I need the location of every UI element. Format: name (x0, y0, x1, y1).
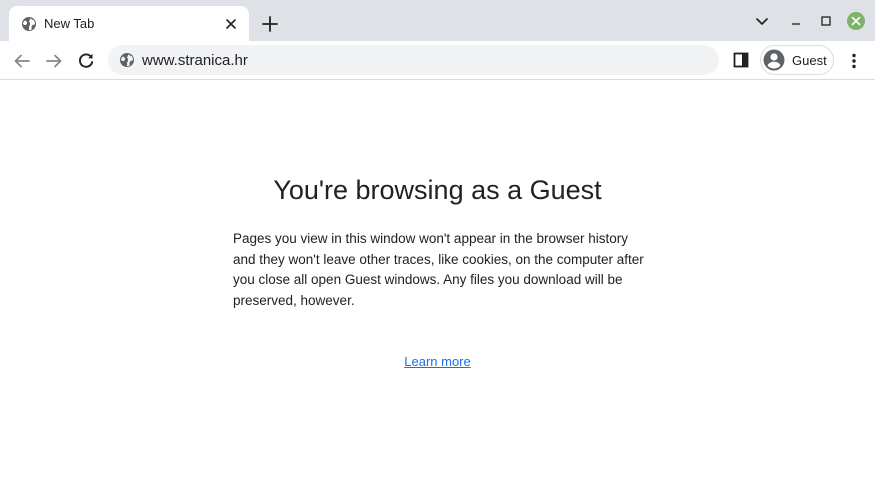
profile-button[interactable]: Guest (760, 45, 834, 75)
side-panel-icon[interactable] (733, 52, 749, 68)
maximize-icon[interactable] (818, 13, 834, 29)
plus-icon[interactable] (260, 14, 280, 34)
profile-label: Guest (792, 53, 827, 68)
globe-icon (22, 17, 36, 31)
globe-icon[interactable] (119, 52, 135, 68)
minimize-icon[interactable] (788, 13, 804, 29)
page-title: You're browsing as a Guest (273, 175, 602, 205)
more-vert-icon[interactable] (844, 51, 864, 71)
close-window-icon (851, 16, 861, 26)
tab-strip: New Tab (0, 0, 875, 41)
arrow-left-icon[interactable] (12, 51, 32, 71)
guest-page: You're browsing as a Guest Pages you vie… (0, 80, 875, 496)
arrow-right-icon[interactable] (44, 51, 64, 71)
tab-title: New Tab (44, 16, 95, 31)
chevron-down-icon[interactable] (754, 13, 770, 29)
learn-more-link[interactable]: Learn more (404, 354, 470, 369)
address-bar[interactable] (108, 45, 719, 75)
account-circle-icon (763, 49, 785, 71)
guest-description: Pages you view in this window won't appe… (233, 231, 644, 308)
reload-icon[interactable] (76, 51, 96, 71)
learn-more-container: Learn more (0, 353, 875, 370)
close-icon[interactable] (224, 17, 238, 31)
close-window-button[interactable] (847, 12, 865, 30)
url-input[interactable] (142, 45, 702, 75)
tab-new-tab[interactable]: New Tab (9, 6, 249, 41)
toolbar: Guest (0, 41, 875, 80)
